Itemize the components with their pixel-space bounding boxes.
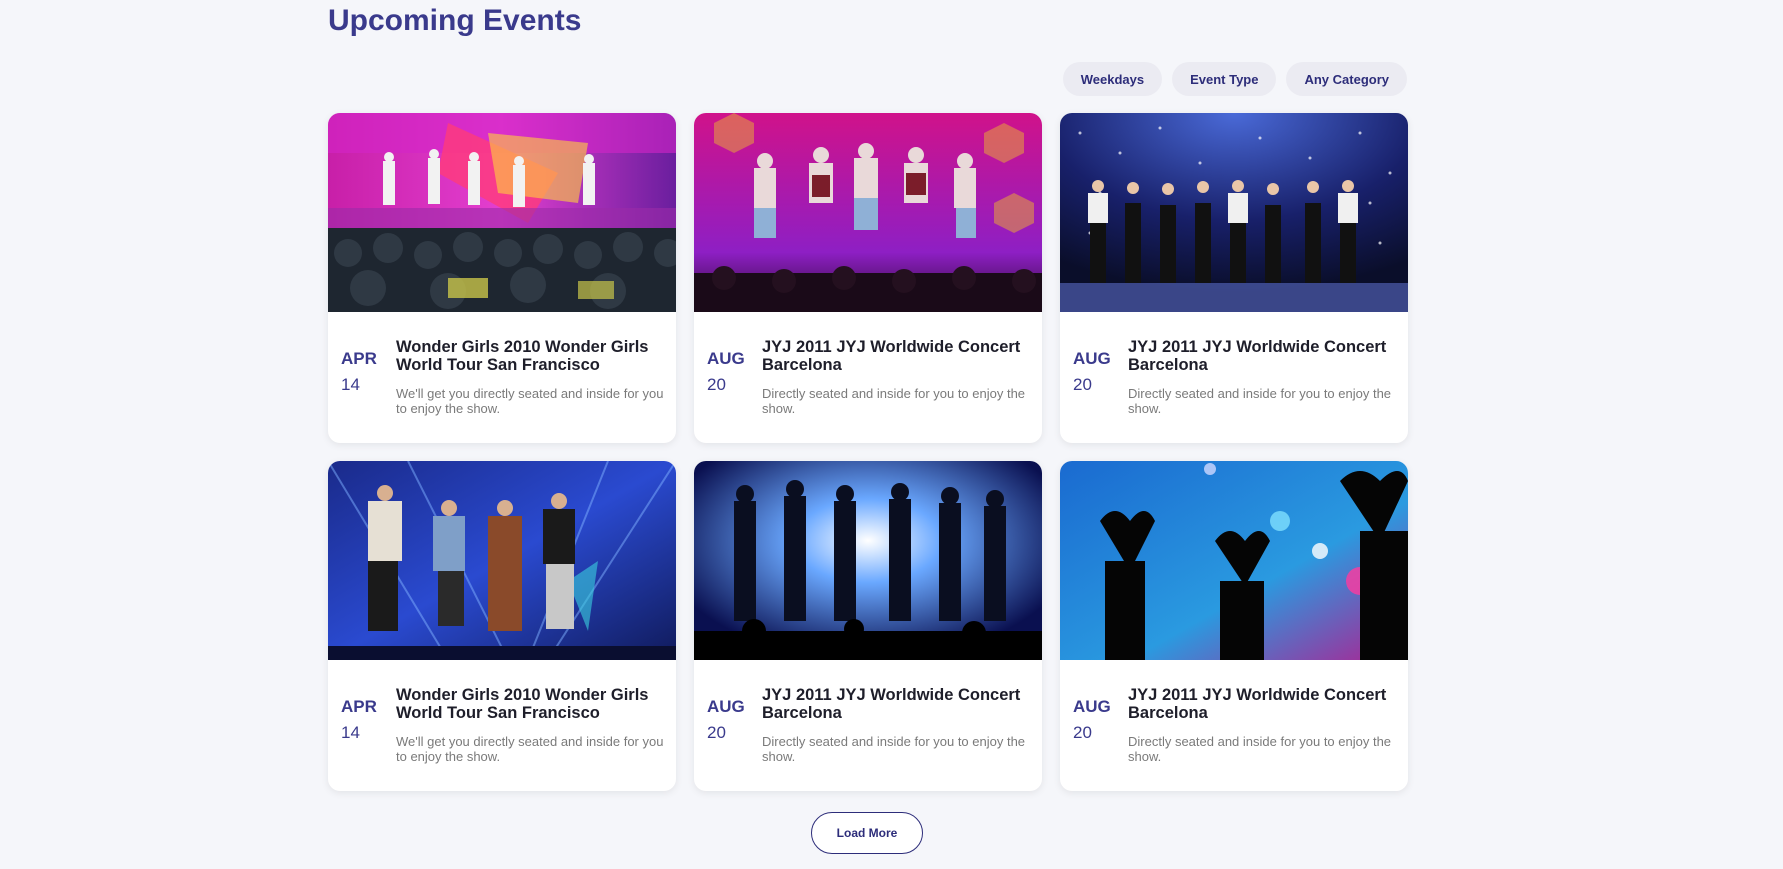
event-card[interactable]: AUG 20 JYJ 2011 JYJ Worldwide Concert Ba…	[694, 461, 1042, 791]
event-description: Directly seated and inside for you to en…	[1128, 386, 1392, 416]
event-month: AUG	[707, 697, 745, 716]
event-card[interactable]: AUG 20 JYJ 2011 JYJ Worldwide Concert Ba…	[694, 113, 1042, 443]
event-day: 20	[707, 723, 726, 742]
event-month: APR	[341, 697, 377, 716]
event-card[interactable]: APR 14 Wonder Girls 2010 Wonder Girls Wo…	[328, 113, 676, 443]
event-description: Directly seated and inside for you to en…	[1128, 734, 1392, 764]
event-card[interactable]: AUG 20 JYJ 2011 JYJ Worldwide Concert Ba…	[1060, 113, 1408, 443]
filter-category[interactable]: Any Category	[1286, 62, 1407, 96]
event-day: 20	[1073, 375, 1092, 394]
event-description: We'll get you directly seated and inside…	[396, 386, 664, 416]
event-day: 14	[341, 723, 360, 742]
event-image[interactable]	[328, 113, 676, 312]
event-description: We'll get you directly seated and inside…	[396, 734, 664, 764]
event-image[interactable]	[694, 113, 1042, 312]
event-day: 14	[341, 375, 360, 394]
event-image[interactable]	[1060, 113, 1408, 312]
event-title[interactable]: JYJ 2011 JYJ Worldwide Concert Barcelona	[762, 338, 1030, 374]
event-title[interactable]: JYJ 2011 JYJ Worldwide Concert Barcelona	[762, 686, 1030, 722]
event-card[interactable]: APR 14 Wonder Girls 2010 Wonder Girls Wo…	[328, 461, 676, 791]
event-image[interactable]	[694, 461, 1042, 660]
filter-event-type[interactable]: Event Type	[1172, 62, 1277, 96]
event-image[interactable]	[1060, 461, 1408, 660]
event-description: Directly seated and inside for you to en…	[762, 734, 1026, 764]
event-title[interactable]: Wonder Girls 2010 Wonder Girls World Tou…	[396, 686, 664, 722]
event-image[interactable]	[328, 461, 676, 660]
event-card[interactable]: AUG 20 JYJ 2011 JYJ Worldwide Concert Ba…	[1060, 461, 1408, 791]
event-day: 20	[1073, 723, 1092, 742]
event-title[interactable]: JYJ 2011 JYJ Worldwide Concert Barcelona	[1128, 686, 1396, 722]
filter-weekdays[interactable]: Weekdays	[1062, 62, 1163, 96]
event-month: APR	[341, 349, 377, 368]
event-title[interactable]: Wonder Girls 2010 Wonder Girls World Tou…	[396, 338, 664, 374]
filter-bar: Weekdays Event Type Any Category	[1062, 62, 1407, 96]
page-title: Upcoming Events	[328, 4, 582, 37]
event-month: AUG	[1073, 697, 1111, 716]
event-grid: APR 14 Wonder Girls 2010 Wonder Girls Wo…	[328, 113, 1408, 791]
event-title[interactable]: JYJ 2011 JYJ Worldwide Concert Barcelona	[1128, 338, 1396, 374]
load-more-button[interactable]: Load More	[811, 812, 923, 854]
event-day: 20	[707, 375, 726, 394]
event-month: AUG	[1073, 349, 1111, 368]
event-description: Directly seated and inside for you to en…	[762, 386, 1026, 416]
event-month: AUG	[707, 349, 745, 368]
